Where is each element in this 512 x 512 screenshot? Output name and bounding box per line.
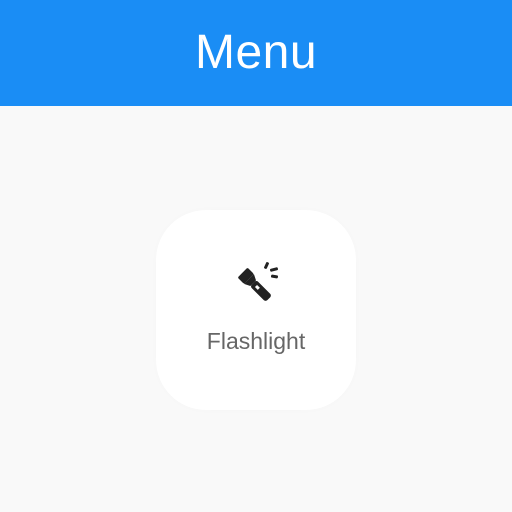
page-title: Menu [194,25,318,79]
flashlight-icon [238,262,279,301]
menu-item-flashlight[interactable]: Flashlight [156,210,356,410]
app-header: Menu [0,0,512,106]
menu-content: Flashlight [0,106,512,512]
menu-item-label: Flashlight [206,328,306,354]
